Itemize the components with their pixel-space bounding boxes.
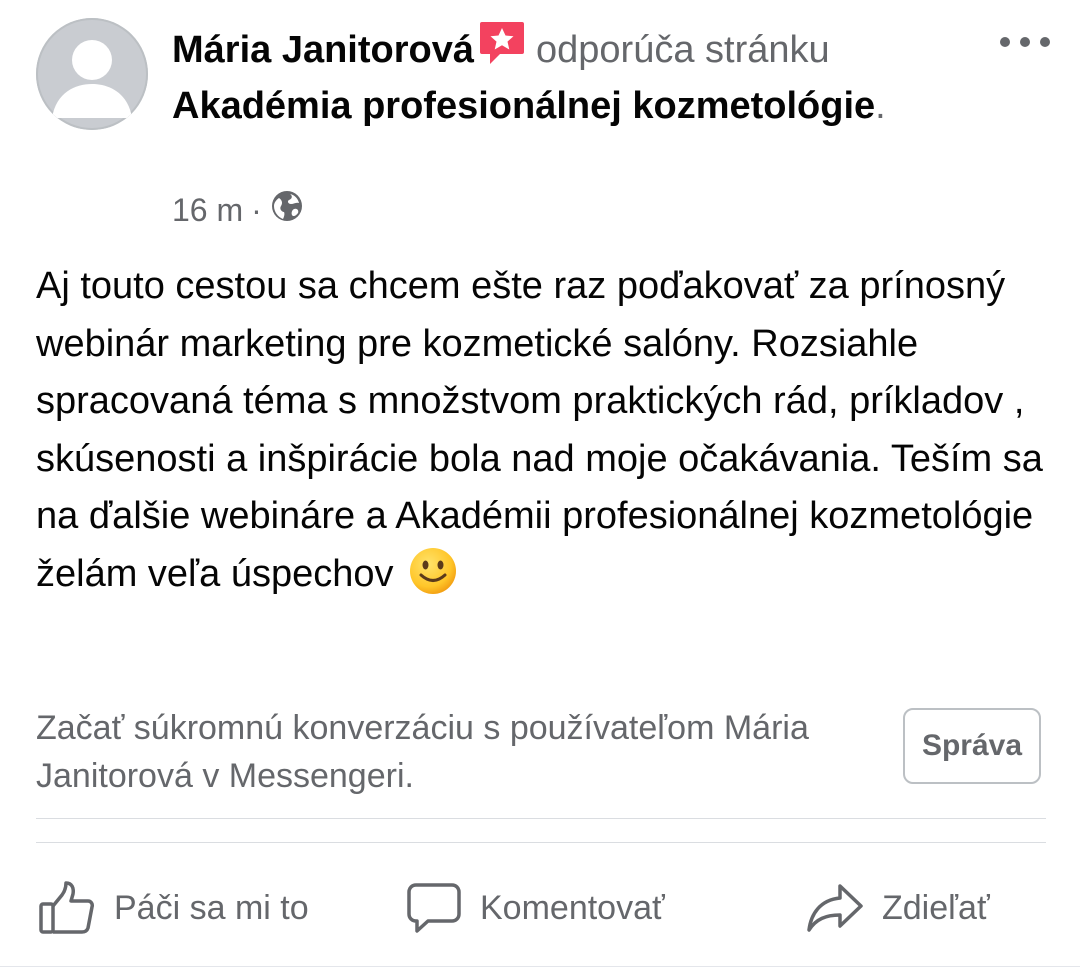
divider — [36, 842, 1046, 843]
post-body-text: Aj touto cestou sa chcem ešte raz poďako… — [36, 265, 1043, 595]
post-meta: 16 m · — [172, 190, 304, 230]
like-button[interactable]: Páči sa mi to — [38, 868, 309, 948]
globe-icon — [270, 189, 304, 231]
dot-icon — [1000, 37, 1010, 47]
share-button[interactable]: Zdieľať — [806, 868, 990, 948]
comment-label: Komentovať — [480, 888, 665, 927]
default-avatar-icon — [52, 40, 132, 118]
author-name[interactable]: Mária Janitorová — [172, 29, 474, 71]
messenger-prompt: Začať súkromnú konverzáciu s používateľo… — [36, 709, 809, 795]
comment-icon — [406, 881, 462, 935]
share-label: Zdieľať — [882, 888, 990, 927]
recommend-badge-icon — [478, 20, 526, 80]
divider — [36, 818, 1046, 819]
avatar[interactable] — [36, 18, 148, 130]
share-icon — [806, 882, 864, 934]
post-body: Aj touto cestou sa chcem ešte raz poďako… — [36, 258, 1046, 613]
comment-button[interactable]: Komentovať — [406, 868, 665, 948]
meta-separator: · — [251, 191, 262, 228]
slightly-smiling-face-icon — [408, 546, 458, 614]
dot-icon — [1040, 37, 1050, 47]
like-label: Páči sa mi to — [114, 888, 309, 927]
more-options-button[interactable] — [1000, 30, 1050, 54]
dot-icon — [1020, 37, 1030, 47]
message-button[interactable]: Správa — [903, 708, 1041, 784]
post-timestamp[interactable]: 16 m — [172, 192, 243, 229]
post-header: Mária Janitorová odporúča stránku Akadém… — [172, 20, 982, 132]
page-suffix: . — [875, 85, 886, 127]
bottom-divider — [0, 966, 1080, 967]
recommended-page-link[interactable]: Akadémia profesionálnej kozmetológie — [172, 85, 875, 127]
recommendation-text: odporúča stránku — [536, 29, 830, 71]
post-action-bar: Páči sa mi to Komentovať Zdieľať — [0, 868, 1080, 948]
thumbs-up-icon — [38, 880, 96, 936]
